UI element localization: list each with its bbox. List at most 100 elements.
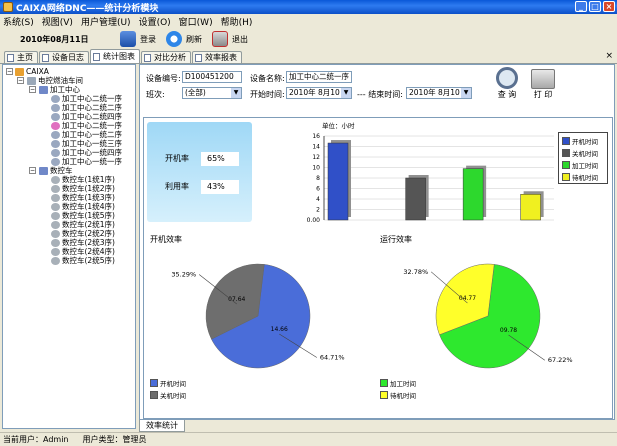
legend-label: 待机时间 xyxy=(390,392,416,400)
legend-swatch xyxy=(562,173,570,181)
tab-device-log[interactable]: 设备日志 xyxy=(39,51,89,63)
current-user-label: 当前用户： xyxy=(3,435,43,444)
machine-icon xyxy=(51,139,60,148)
legend-swatch xyxy=(562,149,570,157)
slice-percent-label: 67.22% xyxy=(548,356,573,364)
use-rate-row: 利用率 43% xyxy=(159,180,244,194)
legend-swatch xyxy=(380,391,388,399)
query-button[interactable]: 查 询 xyxy=(492,67,522,100)
device-no-field[interactable]: D100451200 xyxy=(182,71,242,83)
chevron-down-icon[interactable]: ▼ xyxy=(461,88,471,98)
bar xyxy=(462,168,484,221)
end-date-picker[interactable]: 2010年 8月10日 ▼ xyxy=(406,87,472,99)
collapse-icon[interactable]: − xyxy=(17,77,24,84)
app-icon xyxy=(3,2,13,12)
use-rate-value: 43% xyxy=(201,180,239,194)
legend-item: 开机时间 xyxy=(562,136,598,146)
user-type-value: 管理员 xyxy=(122,435,147,444)
minimize-button[interactable]: _ xyxy=(575,1,587,12)
bar xyxy=(327,142,349,221)
legend-label: 加工时间 xyxy=(572,162,598,170)
chevron-down-icon[interactable]: ▼ xyxy=(231,88,241,98)
maximize-button[interactable]: □ xyxy=(589,1,601,12)
menu-user-management[interactable]: 用户管理(U) xyxy=(81,15,131,28)
tab-label: 效率报表 xyxy=(205,53,237,62)
slice-value-label: 09.78 xyxy=(500,327,517,334)
window-title: CAIXA网络DNC——统计分析模块 xyxy=(16,3,159,14)
collapse-icon[interactable]: − xyxy=(6,68,13,75)
menu-bar: 系统(S) 视图(V) 用户管理(U) 设置(O) 窗口(W) 帮助(H) xyxy=(0,14,617,28)
tab-home[interactable]: 主页 xyxy=(4,51,38,63)
y-tick-label: 2 xyxy=(316,207,320,214)
machine-icon xyxy=(51,256,60,265)
slice-value-label: 14.66 xyxy=(271,326,288,333)
legend-swatch xyxy=(562,137,570,145)
tab-efficiency-stats[interactable]: 效率统计 xyxy=(139,420,185,432)
machine-icon xyxy=(51,211,60,220)
bar xyxy=(405,177,426,221)
status-bar: 当前用户： Admin 用户类型： 管理员 xyxy=(0,432,617,446)
menu-help[interactable]: 帮助(H) xyxy=(221,15,253,28)
query-label: 查 询 xyxy=(497,90,517,99)
tab-statistics-chart[interactable]: 统计图表 xyxy=(90,49,140,63)
slice-percent-label: 32.78% xyxy=(403,268,428,276)
login-button[interactable]: 登录 xyxy=(120,31,156,47)
slice-value-label: 04.77 xyxy=(459,295,476,302)
login-icon xyxy=(120,31,136,47)
end-date-value: 2010年 8月10日 xyxy=(409,88,468,97)
use-rate-label: 利用率 xyxy=(165,182,189,191)
bar-legend: 开机时间 关机时间 加工时间 待机时间 xyxy=(558,132,608,184)
exit-button[interactable]: 退出 xyxy=(212,31,248,47)
page-icon xyxy=(7,53,14,62)
print-label: 打 印 xyxy=(533,90,553,99)
refresh-button[interactable]: 刷新 xyxy=(166,31,202,47)
device-name-field[interactable]: 加工中心二统一序 xyxy=(286,71,352,83)
pie2-title: 运行效率 xyxy=(380,235,412,244)
main-panel: 设备编号: D100451200 设备名称: 加工中心二统一序 班次: (全部)… xyxy=(139,64,615,420)
machine-icon xyxy=(51,202,60,211)
legend-label: 开机时间 xyxy=(160,380,186,388)
machine-icon xyxy=(51,94,60,103)
page-icon xyxy=(42,53,49,62)
user-type-label: 用户类型： xyxy=(82,435,123,444)
collapse-icon[interactable]: − xyxy=(29,86,36,93)
page-icon xyxy=(144,53,151,62)
menu-view[interactable]: 视图(V) xyxy=(42,15,73,28)
shift-select[interactable]: (全部) ▼ xyxy=(182,87,242,99)
start-time-label: 开始时间: xyxy=(250,90,285,99)
kpi-card: 开机率 65% 利用率 43% xyxy=(147,122,252,222)
tab-label: 设备日志 xyxy=(52,53,84,62)
tab-comparison[interactable]: 对比分析 xyxy=(141,51,191,63)
menu-window[interactable]: 窗口(W) xyxy=(179,15,213,28)
legend-swatch xyxy=(562,161,570,169)
machine-icon xyxy=(51,148,60,157)
machine-icon xyxy=(51,112,60,121)
page-icon xyxy=(195,53,202,62)
tab-efficiency-report[interactable]: 效率报表 xyxy=(192,51,242,63)
pie1-legend-item: 开机时间 xyxy=(150,378,186,388)
legend-item: 加工时间 xyxy=(562,160,598,170)
y-tick-label: 6 xyxy=(316,186,320,193)
root-icon xyxy=(15,67,24,76)
menu-system[interactable]: 系统(S) xyxy=(3,15,34,28)
pie-chart-run: 14.6664.71%07.6435.29% xyxy=(171,263,345,369)
close-button[interactable]: × xyxy=(603,1,615,12)
y-tick-label: 12 xyxy=(312,154,320,161)
group-icon xyxy=(39,85,48,94)
current-date: 2010年08月11日 xyxy=(20,34,89,44)
print-button[interactable]: 打 印 xyxy=(528,67,558,100)
chevron-down-icon[interactable]: ▼ xyxy=(341,88,351,98)
close-tab-icon[interactable]: × xyxy=(605,51,613,61)
refresh-label: 刷新 xyxy=(186,34,202,44)
menu-settings[interactable]: 设置(O) xyxy=(139,15,171,28)
device-tree[interactable]: − CAIXA − 电控燃油车间 − 加工中心 加工中心二统一序 加工中心二统二序… xyxy=(2,64,136,429)
machine-icon xyxy=(51,130,60,139)
start-date-picker[interactable]: 2010年 8月10日 ▼ xyxy=(286,87,352,99)
exit-icon xyxy=(212,31,228,47)
y-tick-label: 16 xyxy=(312,133,320,140)
tree-leaf[interactable]: 数控车(2统5序) xyxy=(51,256,115,265)
legend-swatch xyxy=(380,379,388,387)
page-icon xyxy=(93,52,100,61)
legend-label: 开机时间 xyxy=(572,138,598,146)
collapse-icon[interactable]: − xyxy=(29,167,36,174)
